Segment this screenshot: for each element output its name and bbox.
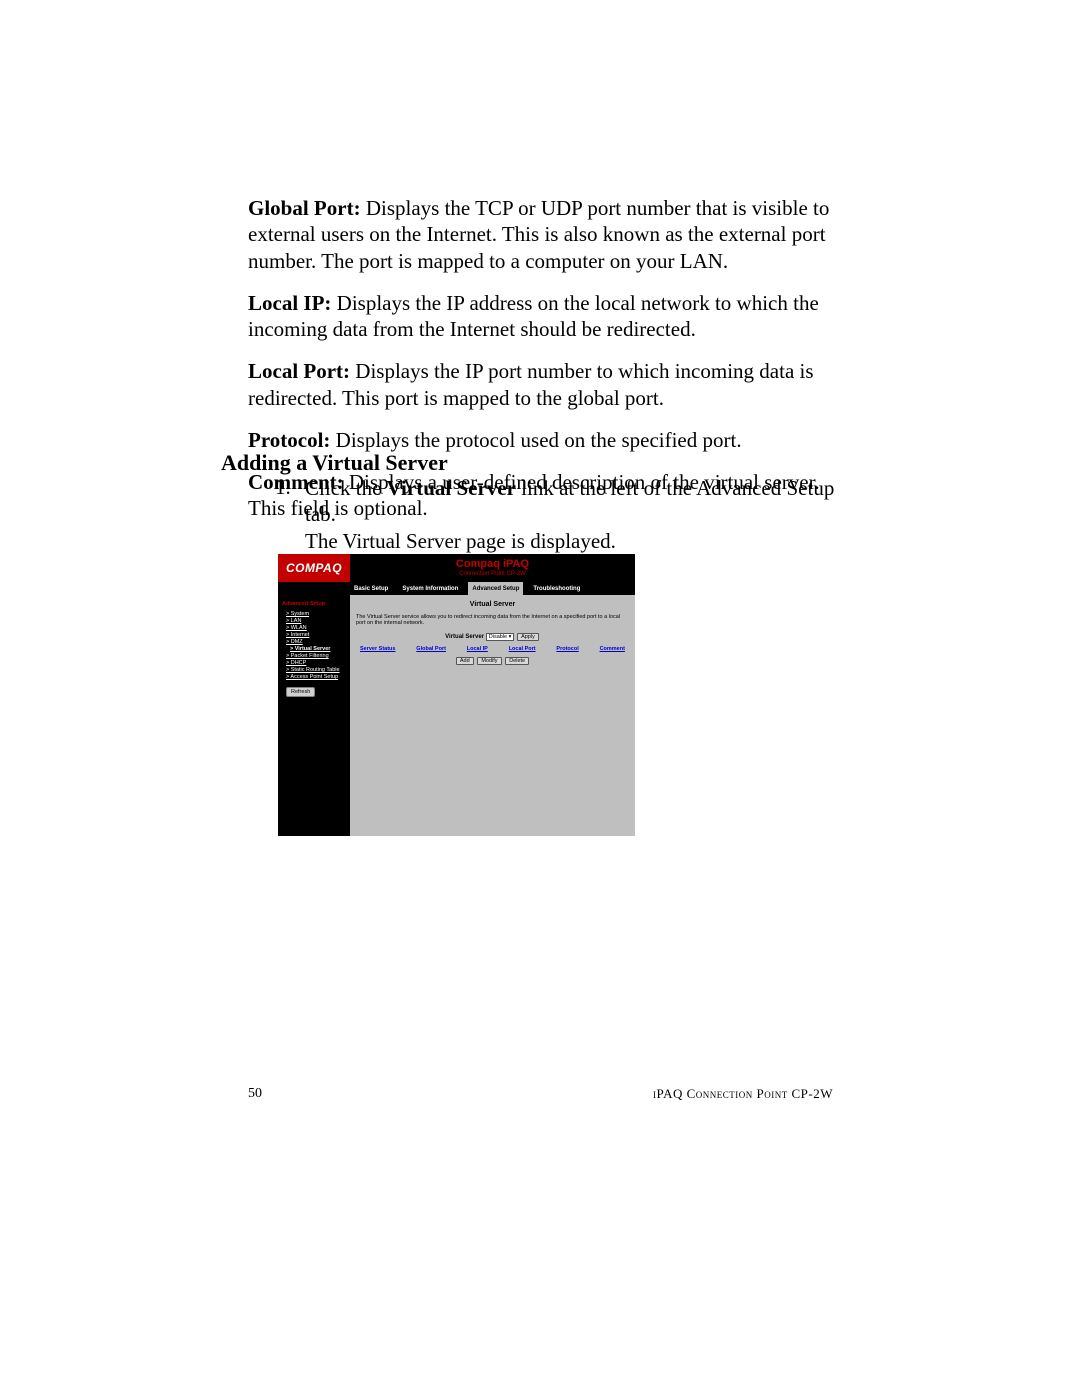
sidebar-item-dhcp[interactable]: > DHCP [286,660,346,666]
add-button[interactable]: Add [456,657,474,665]
list-item: 1. Click the Virtual Server link at the … [275,475,835,554]
delete-button[interactable]: Delete [505,657,529,665]
header-title-stack: Compaq iPAQ Connection Point CP-2W [350,559,635,577]
section-heading: Adding a Virtual Server [221,450,448,476]
sidebar-heading: Advanced Setup [282,601,346,607]
def-local-ip: Local IP: Displays the IP address on the… [248,290,833,343]
tab-troubleshooting[interactable]: Troubleshooting [529,582,584,595]
control-row: Virtual Server Disable ▾ Apply [356,634,629,640]
step-text: Click the [305,476,387,500]
nav-tabs: Basic Setup System Information Advanced … [278,582,635,595]
col-protocol[interactable]: Protocol [556,646,578,652]
table-button-row: Add Modify Delete [356,658,629,664]
refresh-button[interactable]: Refresh [286,687,315,697]
def-local-port: Local Port: Displays the IP port number … [248,358,833,411]
tab-basic-setup[interactable]: Basic Setup [350,582,392,595]
table-header-row: Server Status Global Port Local IP Local… [356,646,629,652]
embedded-screenshot: COMPAQ Compaq iPAQ Connection Point CP-2… [278,554,635,836]
tab-advanced-setup[interactable]: Advanced Setup [468,582,523,595]
col-comment[interactable]: Comment [600,646,625,652]
sidebar-item-virtual-server[interactable]: > Virtual Server [290,646,346,652]
sidebar-item-static-routing[interactable]: > Static Routing Table [286,667,346,673]
page-number: 50 [248,1086,262,1102]
list-number: 1. [275,475,305,554]
sidebar-item-system[interactable]: > System [286,611,346,617]
sidebar-item-access-point[interactable]: > Access Point Setup [286,674,346,680]
col-local-port[interactable]: Local Port [509,646,536,652]
col-server-status[interactable]: Server Status [360,646,395,652]
sidebar-item-packet-filtering[interactable]: > Packet Filtering [286,653,346,659]
control-label: Virtual Server [445,634,484,640]
col-local-ip[interactable]: Local IP [467,646,488,652]
sidebar: Advanced Setup > System > LAN > WLAN > I… [278,595,350,836]
tab-system-information[interactable]: System Information [398,582,462,595]
sidebar-item-wlan[interactable]: > WLAN [286,625,346,631]
window-body: Advanced Setup > System > LAN > WLAN > I… [278,595,635,836]
sidebar-item-lan[interactable]: > LAN [286,618,346,624]
ordered-list: 1. Click the Virtual Server link at the … [275,475,835,554]
sidebar-item-dmz[interactable]: > DMZ [286,639,346,645]
document-page: Global Port: Displays the TCP or UDP por… [0,0,1080,1397]
panel-description: The Virtual Server service allows you to… [356,614,629,626]
apply-button[interactable]: Apply [517,633,539,641]
virtual-server-select[interactable]: Disable ▾ [486,633,515,641]
router-window: COMPAQ Compaq iPAQ Connection Point CP-2… [278,554,635,836]
modify-button[interactable]: Modify [477,657,501,665]
step-bold: Virtual Server [387,476,516,500]
product-subtitle: Connection Point CP-2W [350,571,635,577]
col-global-port[interactable]: Global Port [416,646,446,652]
header-bar: COMPAQ Compaq iPAQ Connection Point CP-2… [278,554,635,582]
sidebar-item-internet[interactable]: > Internet [286,632,346,638]
product-title: Compaq iPAQ [350,559,635,571]
main-panel: Virtual Server The Virtual Server servic… [350,595,635,836]
page-footer: 50 iPAQ Connection Point CP-2W [248,1086,833,1102]
def-global-port: Global Port: Displays the TCP or UDP por… [248,195,833,274]
compaq-logo: COMPAQ [278,554,350,582]
panel-title: Virtual Server [356,601,629,608]
footer-doc-title: iPAQ Connection Point CP-2W [653,1086,833,1102]
step-text: The Virtual Server page is displayed. [305,529,616,553]
list-body: Click the Virtual Server link at the lef… [305,475,835,554]
